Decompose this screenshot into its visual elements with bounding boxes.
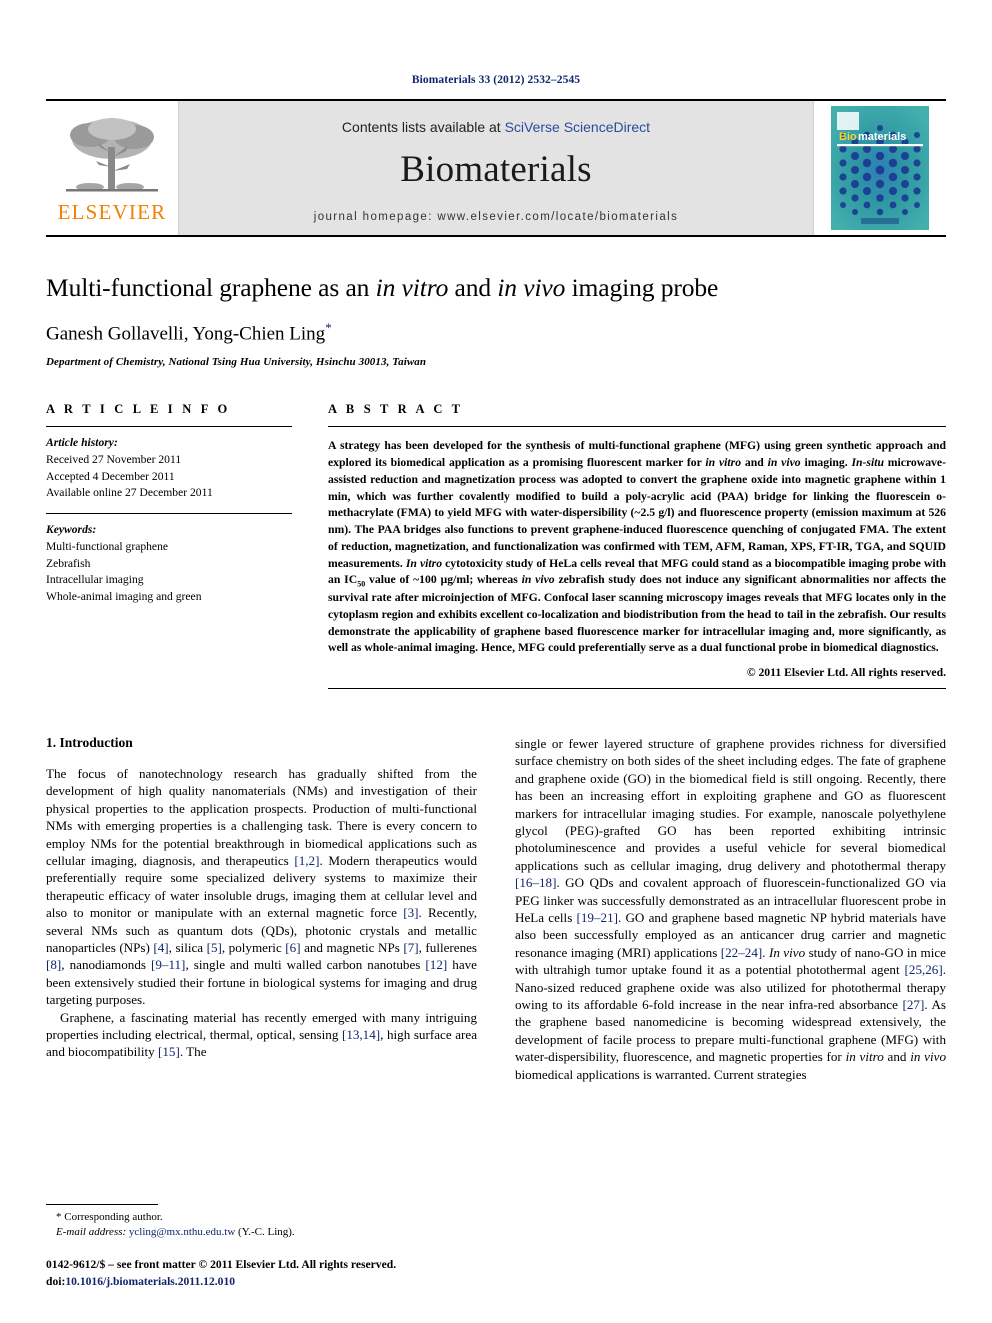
paragraph: single or fewer layered structure of gra… — [515, 735, 946, 1082]
paragraph: Graphene, a fascinating material has rec… — [46, 1009, 478, 1060]
keyword-item: Intracellular imaging — [46, 573, 144, 587]
abstract-copyright: © 2011 Elsevier Ltd. All rights reserved… — [746, 665, 946, 679]
abstract-heading: A B S T R A C T — [328, 402, 464, 417]
cover-artwork-icon: Bio materials — [831, 106, 929, 230]
keyword-item: Zebrafish — [46, 556, 91, 570]
svg-text:Bio: Bio — [839, 131, 857, 143]
page-footer: 0142-9612/$ – see front matter © 2011 El… — [46, 1257, 516, 1291]
title-segment-3: imaging probe — [565, 273, 719, 302]
contents-lists-line: Contents lists available at SciVerse Sci… — [342, 119, 650, 135]
body-column-left: 1. Introduction The focus of nanotechnol… — [46, 735, 477, 1083]
history-item: Accepted 4 December 2011 — [46, 469, 175, 483]
journal-banner-center: Contents lists available at SciVerse Sci… — [179, 101, 813, 235]
cover-image: Bio materials — [831, 106, 929, 230]
title-segment-1: Multi-functional graphene as an — [46, 273, 376, 302]
email-link[interactable]: ycling@mx.nthu.edu.tw — [129, 1226, 235, 1238]
article-history-block: Article history: Received 27 November 20… — [46, 427, 292, 502]
email-line: E-mail address: ycling@mx.nthu.edu.tw (Y… — [46, 1225, 466, 1241]
abstract-text: A strategy has been developed for the sy… — [328, 439, 946, 655]
body-region: 1. Introduction The focus of nanotechnol… — [46, 735, 946, 1083]
abstract-column: A B S T R A C T A strategy has been deve… — [328, 402, 946, 689]
journal-article-page: Biomaterials 33 (2012) 2532–2545 ELSEVIE… — [0, 0, 992, 1323]
corresponding-author-marker: * — [325, 320, 332, 336]
author-names: Ganesh Gollavelli, Yong-Chien Ling — [46, 323, 326, 345]
footnote-rule — [46, 1203, 158, 1205]
keyword-item: Whole-animal imaging and green — [46, 589, 202, 603]
title-segment-2: and — [448, 273, 498, 302]
paragraph: The focus of nanotechnology research has… — [46, 765, 478, 1008]
info-abstract-region: A R T I C L E I N F O Article history: R… — [46, 402, 946, 689]
title-italic-in-vivo: in vivo — [497, 273, 566, 302]
title-italic-in-vitro: in vitro — [375, 273, 449, 302]
sciencedirect-link[interactable]: SciVerse ScienceDirect — [505, 119, 651, 135]
svg-text:materials: materials — [858, 131, 906, 143]
corresponding-author-footnote: * Corresponding author. E-mail address: … — [46, 1203, 466, 1241]
affiliation: Department of Chemistry, National Tsing … — [46, 356, 427, 369]
section-heading-introduction: 1. Introduction — [46, 734, 133, 750]
elsevier-tree-icon — [66, 118, 158, 192]
email-label: E-mail address: — [56, 1226, 127, 1239]
journal-cover-thumbnail: Bio materials — [813, 101, 946, 235]
keywords-label: Keywords: — [46, 523, 97, 537]
email-owner: (Y.-C. Ling). — [238, 1226, 295, 1239]
publisher-logo: ELSEVIER — [46, 101, 179, 235]
elsevier-wordmark: ELSEVIER — [57, 200, 167, 224]
journal-title: Biomaterials — [400, 149, 592, 190]
history-item: Available online 27 December 2011 — [46, 486, 213, 500]
keywords-block: Keywords: Multi-functional graphene Zebr… — [46, 513, 292, 605]
running-head: Biomaterials 33 (2012) 2532–2545 — [411, 74, 581, 86]
doi-label: doi: — [46, 1275, 66, 1289]
front-matter-line: 0142-9612/$ – see front matter © 2011 El… — [46, 1258, 397, 1272]
abstract-bottom-rule — [328, 687, 946, 689]
corresponding-author-line: * Corresponding author. — [56, 1210, 163, 1223]
article-info-column: A R T I C L E I N F O Article history: R… — [46, 402, 292, 689]
keyword-item: Multi-functional graphene — [46, 539, 169, 553]
journal-banner: ELSEVIER Contents lists available at Sci… — [46, 99, 946, 237]
body-column-right: single or fewer layered structure of gra… — [515, 735, 946, 1083]
article-history-label: Article history: — [46, 436, 118, 450]
journal-homepage-link[interactable]: journal homepage: www.elsevier.com/locat… — [314, 211, 679, 223]
article-info-heading: A R T I C L E I N F O — [46, 402, 231, 417]
history-item: Received 27 November 2011 — [46, 453, 182, 467]
doi-line: doi:10.1016/j.biomaterials.2011.12.010 — [46, 1274, 516, 1291]
page-title: Multi-functional graphene as an in vitro… — [46, 273, 946, 303]
contents-prefix: Contents lists available at — [341, 119, 505, 135]
doi-link[interactable]: 10.1016/j.biomaterials.2011.12.010 — [65, 1275, 235, 1288]
title-block: Multi-functional graphene as an in vitro… — [46, 273, 946, 368]
author-list: Ganesh Gollavelli, Yong-Chien Ling* — [46, 320, 946, 345]
